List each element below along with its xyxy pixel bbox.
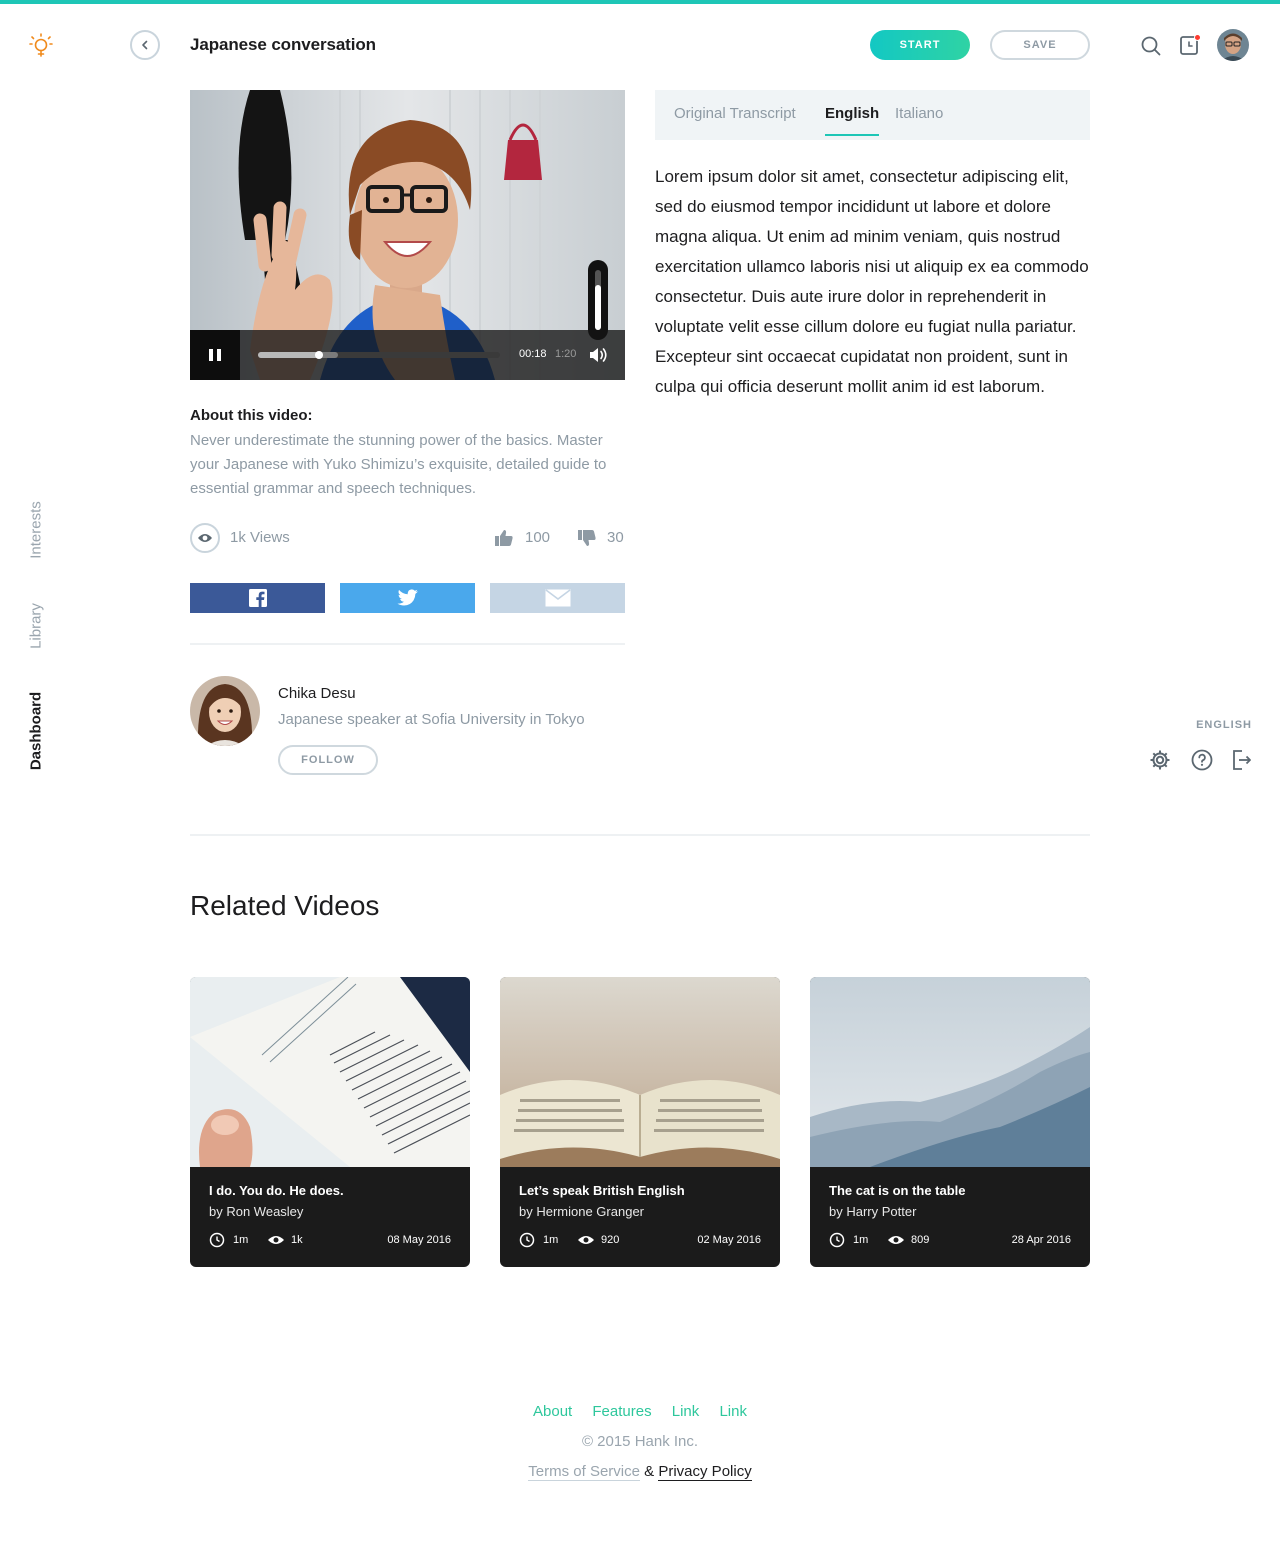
envelope-icon [545,589,570,607]
nav-item-library[interactable]: Library [28,603,45,649]
card-views: 809 [911,1234,930,1246]
logout-icon[interactable] [1230,748,1254,772]
video-thumbnail [190,977,470,1167]
legal-links: Terms of Service & Privacy Policy [0,1463,1280,1481]
card-duration: 1m [543,1234,559,1246]
duration: 1:20 [555,348,577,360]
card-author: by Ron Weasley [209,1204,304,1219]
clock-icon [519,1232,535,1248]
footer-links: About Features Link Link [0,1403,1280,1420]
footer-link[interactable]: Link [672,1403,700,1420]
likes-count: 100 [525,529,551,546]
video-thumbnail [810,977,1090,1167]
privacy-policy-link[interactable]: Privacy Policy [658,1463,752,1481]
search-icon[interactable] [1140,35,1162,57]
tab-italiano[interactable]: Italiano [895,105,943,134]
user-avatar[interactable] [1217,29,1249,61]
video-player[interactable]: 00:18 1:20 [190,90,625,380]
clock-icon [209,1232,225,1248]
nav-item-interests[interactable]: Interests [28,501,45,559]
facebook-icon [248,589,267,607]
language-selector[interactable]: ENGLISH [1196,719,1252,731]
footer-link[interactable]: Link [719,1403,747,1420]
transcript-text: Lorem ipsum dolor sit amet, consectetur … [655,167,1089,396]
chevron-left-icon [142,40,148,50]
seek-handle[interactable] [314,351,323,359]
card-date: 08 May 2016 [387,1234,451,1246]
footer-link-features[interactable]: Features [592,1403,651,1420]
views-count: 1k Views [230,529,290,546]
share-twitter-button[interactable] [340,583,475,613]
back-button[interactable] [130,30,160,60]
seek-bar[interactable] [258,351,500,359]
volume-icon[interactable] [588,345,608,365]
nav-item-dashboard[interactable]: Dashboard [28,692,45,770]
card-author: by Harry Potter [829,1204,917,1219]
speaker-name[interactable]: Chika Desu [278,685,356,702]
page-title: Japanese conversation [190,35,376,54]
thumbs-up-icon[interactable] [494,529,514,547]
twitter-bird-icon [397,589,418,606]
dislikes-count: 30 [607,529,624,546]
card-date: 28 Apr 2016 [1011,1234,1071,1246]
thumbs-down-icon[interactable] [577,529,597,547]
related-video-card[interactable]: The cat is on the table by Harry Potter … [810,977,1090,1267]
top-accent-bar [0,0,1280,4]
ampersand: & [644,1463,655,1480]
eye-icon [888,1236,904,1244]
related-video-card[interactable]: I do. You do. He does. by Ron Weasley 1m… [190,977,470,1267]
eye-icon [190,523,220,553]
card-title: I do. You do. He does. [209,1183,344,1198]
card-duration: 1m [853,1234,869,1246]
volume-slider[interactable] [588,260,608,340]
card-views: 1k [291,1234,303,1246]
about-heading: About this video: [190,407,313,424]
related-videos-heading: Related Videos [190,890,380,921]
card-date: 02 May 2016 [697,1234,761,1246]
section-divider [190,834,1090,836]
volume-level [595,285,601,330]
gear-icon[interactable] [1148,748,1172,772]
card-title: Let’s speak British English [519,1183,685,1198]
start-button[interactable]: START [870,30,970,60]
save-button[interactable]: SAVE [990,30,1090,60]
related-video-card[interactable]: Let’s speak British English by Hermione … [500,977,780,1267]
video-thumbnail [500,977,780,1167]
player-controls: 00:18 1:20 [190,330,625,380]
card-meta: 1m 1k 08 May 2016 [209,1231,451,1249]
speaker-role: Japanese speaker at Sofia University in … [278,711,585,728]
current-time: 00:18 [519,348,547,360]
divider [190,643,625,645]
card-duration: 1m [233,1234,249,1246]
card-author: by Hermione Granger [519,1204,644,1219]
tab-english[interactable]: English [825,105,880,136]
share-email-button[interactable] [490,583,625,613]
speaker-avatar [190,676,260,746]
pause-button[interactable] [190,330,240,380]
notifications-icon[interactable] [1178,33,1202,57]
footer-link-about[interactable]: About [533,1403,572,1420]
pause-icon [209,349,221,361]
played-bar [258,352,319,358]
terms-of-service-link[interactable]: Terms of Service [528,1463,640,1481]
copyright: © 2015 Hank Inc. [581,1433,699,1450]
card-views: 920 [601,1234,620,1246]
about-description: Never underestimate the stunning power o… [190,432,607,497]
lightbulb-logo-icon[interactable] [29,32,53,60]
transcript-tabs: Original Transcript English Italiano [655,90,1090,140]
follow-button[interactable]: FOLLOW [278,745,378,775]
clock-icon [829,1232,845,1248]
tab-original-transcript[interactable]: Original Transcript [674,105,796,134]
help-icon[interactable] [1190,748,1214,772]
share-facebook-button[interactable] [190,583,325,613]
card-meta: 1m 809 28 Apr 2016 [829,1231,1071,1249]
eye-icon [268,1236,284,1244]
card-meta: 1m 920 02 May 2016 [519,1231,761,1249]
eye-icon [578,1236,594,1244]
card-title: The cat is on the table [829,1183,966,1198]
